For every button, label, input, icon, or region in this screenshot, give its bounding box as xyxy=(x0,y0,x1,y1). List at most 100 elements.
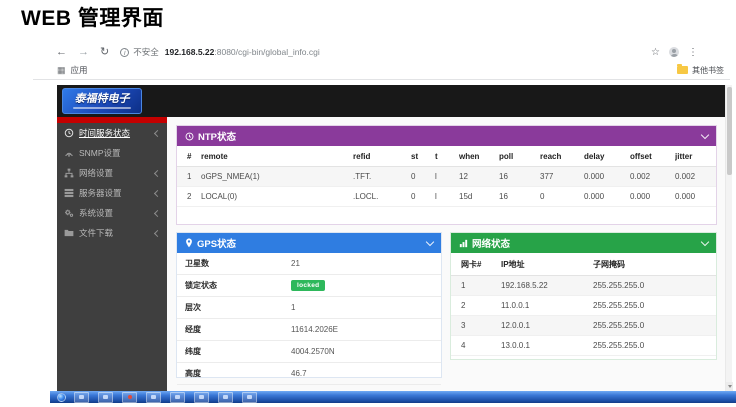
ntp-panel-cell: 377 xyxy=(540,167,584,187)
table-row: 1192.168.5.22255.255.255.0 xyxy=(451,276,716,296)
profile-avatar-icon[interactable] xyxy=(669,47,679,57)
sidebar-menu: 时间服务状态 SNMP设置网络设置服务器设置系统设置文件下载 xyxy=(57,117,167,391)
gps-panel-header[interactable]: GPS状态 xyxy=(177,233,441,253)
gps-row: 高度46.7 xyxy=(177,363,441,385)
network-panel-col-header: 网卡# xyxy=(451,253,501,276)
gps-row-value: 4004.2570N xyxy=(291,347,335,356)
windows-taskbar xyxy=(50,391,736,403)
apps-grid-icon[interactable]: ▦ xyxy=(57,65,66,75)
security-label[interactable]: 不安全 xyxy=(133,46,159,58)
chevron-left-icon xyxy=(154,229,161,236)
reload-icon[interactable]: ↻ xyxy=(100,44,109,60)
site-info-icon[interactable]: i xyxy=(120,48,129,57)
scrollbar[interactable] xyxy=(725,85,732,391)
ntp-panel-cell: 16 xyxy=(499,167,540,187)
main-content: NTP状态 #remoterefidsttwhenpollreachdelayo… xyxy=(167,117,725,391)
network-table: 网卡#IP地址子网掩码 1192.168.5.22255.255.255.021… xyxy=(451,253,716,356)
ntp-panel-cell: 0 xyxy=(540,187,584,207)
sitemap-icon xyxy=(64,168,74,178)
network-panel-cell: 13.0.0.1 xyxy=(501,336,593,356)
network-panel-cell: 2 xyxy=(451,296,501,316)
ntp-panel-header[interactable]: NTP状态 xyxy=(177,126,716,146)
gps-row: 纬度4004.2570N xyxy=(177,341,441,363)
logo-text: 泰福特电子 xyxy=(75,93,130,105)
sidebar-item-2[interactable]: SNMP设置 xyxy=(57,143,167,163)
ntp-panel-cell: 0.002 xyxy=(675,167,716,187)
taskbar-app-icon[interactable] xyxy=(74,392,89,403)
ntp-panel-cell: 16 xyxy=(499,187,540,207)
gps-row: 经度11614.2026E xyxy=(177,319,441,341)
network-panel-cell: 255.255.255.0 xyxy=(593,316,716,336)
network-table-head: 网卡#IP地址子网掩码 xyxy=(451,253,716,276)
network-panel-header[interactable]: 网络状态 xyxy=(451,233,716,253)
sidebar-item-6[interactable]: 文件下载 xyxy=(57,223,167,243)
chevron-left-icon xyxy=(154,189,161,196)
ntp-panel-cell: 1 xyxy=(177,167,201,187)
ntp-panel-cell: oGPS_NMEA(1) xyxy=(201,167,353,187)
bookmark-star-icon[interactable]: ☆ xyxy=(651,47,660,58)
forward-icon[interactable]: → xyxy=(78,44,89,60)
taskbar-app-icon[interactable] xyxy=(218,392,233,403)
table-row: 211.0.0.1255.255.255.0 xyxy=(451,296,716,316)
ntp-panel-col-header: offset xyxy=(630,146,675,167)
gps-row-value: 21 xyxy=(291,259,300,268)
ntp-panel-cell: 2 xyxy=(177,187,201,207)
ntp-panel-cell: l xyxy=(435,187,459,207)
logo-subtext xyxy=(73,107,131,109)
clock-icon xyxy=(185,132,194,141)
ntp-panel-col-header: when xyxy=(459,146,499,167)
network-panel-cell: 3 xyxy=(451,316,501,336)
taskbar-app-glyph xyxy=(199,395,204,399)
browser-toolbar: ← → ↻ i 不安全 192.168.5.22:8080/cgi-bin/gl… xyxy=(56,44,320,60)
taskbar-app-glyph xyxy=(128,395,132,399)
ntp-panel-col-header: jitter xyxy=(675,146,716,167)
page-title: WEB 管理界面 xyxy=(21,2,164,32)
network-panel-cell: 12.0.0.1 xyxy=(501,316,593,336)
sidebar-item-4[interactable]: 服务器设置 xyxy=(57,183,167,203)
ntp-table-body: 1oGPS_NMEA(1).TFT.0l12163770.0000.0020.0… xyxy=(177,167,716,207)
apps-label[interactable]: 应用 xyxy=(71,64,88,76)
chevron-down-icon[interactable] xyxy=(426,237,434,245)
scrollbar-thumb[interactable] xyxy=(727,87,732,175)
network-panel-cell: 11.0.0.1 xyxy=(501,296,593,316)
ntp-panel-cell: l xyxy=(435,167,459,187)
taskbar-app-icon[interactable] xyxy=(170,392,185,403)
taskbar-app-icon[interactable] xyxy=(98,392,113,403)
gear-icon xyxy=(64,208,74,218)
ntp-panel-cell: LOCAL(0) xyxy=(201,187,353,207)
address-bar[interactable]: 192.168.5.22:8080/cgi-bin/global_info.cg… xyxy=(165,47,320,57)
ntp-panel-col-header: t xyxy=(435,146,459,167)
sidebar-item-3[interactable]: 网络设置 xyxy=(57,163,167,183)
ntp-panel-cell: .TFT. xyxy=(353,167,411,187)
sidebar-item-5[interactable]: 系统设置 xyxy=(57,203,167,223)
other-bookmarks[interactable]: 其他书签 xyxy=(677,63,724,77)
sidebar-item-1[interactable]: 时间服务状态 xyxy=(57,123,167,143)
table-row: 2LOCAL(0).LOCL.0l15d1600.0000.0000.000 xyxy=(177,187,716,207)
company-logo[interactable]: 泰福特电子 xyxy=(62,88,142,114)
start-button-icon[interactable] xyxy=(57,393,66,402)
back-icon[interactable]: ← xyxy=(56,44,67,60)
ntp-panel-cell: 0.002 xyxy=(630,167,675,187)
chevron-left-icon xyxy=(154,209,161,216)
taskbar-app-icon[interactable] xyxy=(242,392,257,403)
chevron-down-icon[interactable] xyxy=(701,130,709,138)
server-icon xyxy=(64,188,74,198)
scrollbar-down-button[interactable] xyxy=(726,382,733,391)
table-row: 413.0.0.1255.255.255.0 xyxy=(451,336,716,356)
chevron-down-icon[interactable] xyxy=(701,237,709,245)
network-icon xyxy=(459,239,468,248)
ntp-panel-title: NTP状态 xyxy=(198,129,236,143)
snmp-icon xyxy=(64,148,74,158)
taskbar-app-icon[interactable] xyxy=(146,392,161,403)
gps-row: 卫星数21 xyxy=(177,253,441,275)
page: { "doc_title": "WEB 管理界面", "browser": { … xyxy=(0,0,736,407)
folder-icon xyxy=(64,228,74,238)
folder-icon xyxy=(677,66,688,74)
taskbar-app-icon[interactable] xyxy=(122,392,137,403)
ntp-panel-cell: .LOCL. xyxy=(353,187,411,207)
taskbar-app-glyph xyxy=(175,395,180,399)
menu-dots-icon[interactable]: ⋮ xyxy=(688,47,698,58)
ntp-panel-cell: 15d xyxy=(459,187,499,207)
sidebar-item-label: SNMP设置 xyxy=(79,147,121,159)
taskbar-app-icon[interactable] xyxy=(194,392,209,403)
